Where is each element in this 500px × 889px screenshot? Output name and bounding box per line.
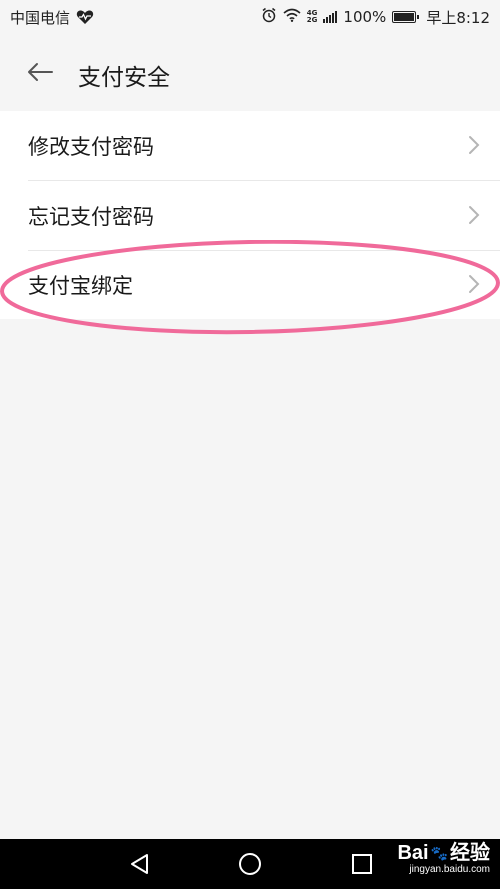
- battery-percent: 100%: [343, 8, 387, 26]
- clock: 早上8:12: [426, 8, 490, 27]
- watermark-brand-prefix: Bai: [397, 842, 429, 864]
- nav-home-icon[interactable]: [238, 852, 262, 876]
- alarm-icon: [261, 7, 277, 27]
- watermark-brand-suffix: 经验: [450, 842, 490, 864]
- chevron-right-icon: [469, 136, 480, 154]
- chevron-right-icon: [469, 206, 480, 224]
- heart-icon: [76, 9, 94, 25]
- list-item-label: 忘记支付密码: [28, 204, 154, 229]
- header: 支付安全: [0, 34, 500, 112]
- list-item-alipay-binding[interactable]: 支付宝绑定: [0, 250, 500, 319]
- paw-icon: 🐾: [430, 845, 448, 861]
- back-button[interactable]: [26, 60, 54, 84]
- chevron-right-icon: [469, 275, 480, 293]
- nav-recent-icon[interactable]: [350, 852, 374, 876]
- carrier-label: 中国电信: [10, 8, 71, 27]
- status-right: 4G 2G 100% 早上8:12: [261, 7, 490, 28]
- settings-list: 修改支付密码 忘记支付密码 支付宝绑定: [0, 111, 500, 319]
- list-item-label: 修改支付密码: [28, 134, 154, 159]
- nav-back-icon[interactable]: [128, 852, 152, 876]
- network-type-label: 4G 2G: [307, 10, 318, 24]
- list-item-forgot-pay-password[interactable]: 忘记支付密码: [0, 181, 500, 250]
- status-left: 中国电信: [10, 7, 94, 28]
- network-type-bottom: 2G: [306, 16, 318, 24]
- battery-icon: [392, 11, 420, 23]
- wifi-icon: [283, 8, 301, 26]
- watermark-brand: Bai 🐾 经验: [397, 842, 490, 864]
- baidu-jingyan-watermark: Bai 🐾 经验 jingyan.baidu.com: [397, 842, 490, 876]
- list-item-label: 支付宝绑定: [28, 273, 133, 298]
- back-arrow-icon: [28, 63, 53, 81]
- watermark-url: jingyan.baidu.com: [409, 864, 490, 875]
- list-item-change-pay-password[interactable]: 修改支付密码: [0, 111, 500, 180]
- status-bar: 中国电信 4G 2G 100% 早上8:12: [0, 0, 500, 34]
- page-title: 支付安全: [78, 65, 170, 91]
- signal-icon: [323, 11, 338, 23]
